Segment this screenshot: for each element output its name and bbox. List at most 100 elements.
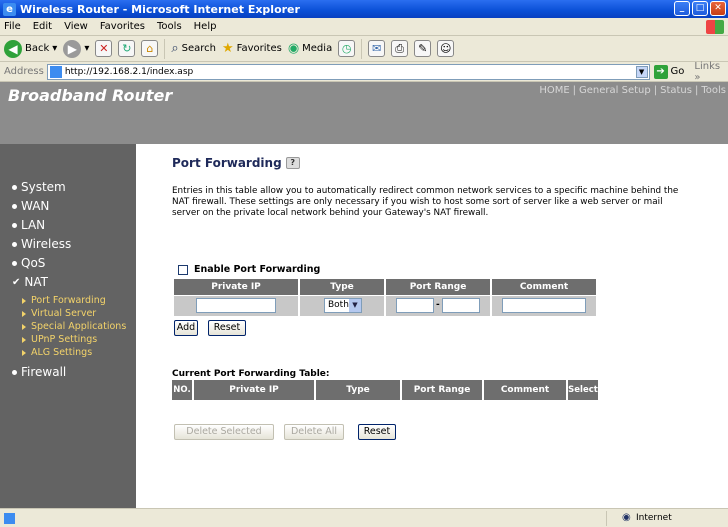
enable-port-forwarding-label: Enable Port Forwarding xyxy=(194,264,321,275)
sidebar-subitem-virtual-server[interactable]: Virtual Server xyxy=(22,308,96,319)
port-range-separator: - xyxy=(436,300,440,310)
window-title: Wireless Router - Microsoft Internet Exp… xyxy=(20,2,300,16)
table-header-select: Select xyxy=(568,380,598,400)
table-header-private-ip: Private IP xyxy=(194,380,314,400)
arrow-right-icon xyxy=(22,349,26,356)
windows-logo-icon xyxy=(706,20,724,34)
home-icon[interactable]: ⌂ xyxy=(141,40,159,57)
delete-all-button[interactable]: Delete All xyxy=(284,424,344,440)
stop-icon[interactable]: ✕ xyxy=(95,40,113,57)
go-button[interactable]: ➔ Go xyxy=(653,64,685,79)
toolbar-divider xyxy=(361,38,363,59)
table-header-port-range: Port Range xyxy=(402,380,482,400)
menu-bar: File Edit View Favorites Tools Help xyxy=(0,18,728,36)
forward-arrow-icon: ▶ xyxy=(63,39,82,58)
menu-help[interactable]: Help xyxy=(194,21,217,32)
sidebar-item-qos[interactable]: QoS xyxy=(12,256,45,270)
chevron-down-icon: ▼ xyxy=(349,299,361,312)
address-input[interactable]: http://192.168.2.1/index.asp ▼ xyxy=(46,63,650,80)
back-button[interactable]: ◀ Back ▾ xyxy=(4,39,57,58)
sidebar-item-wireless[interactable]: Wireless xyxy=(12,237,71,251)
media-icon: ◉ xyxy=(287,41,300,56)
bullet-icon xyxy=(12,203,17,209)
menu-view[interactable]: View xyxy=(64,21,88,32)
menu-tools[interactable]: Tools xyxy=(157,21,182,32)
arrow-right-icon xyxy=(22,336,26,343)
sidebar-subitem-alg-settings[interactable]: ALG Settings xyxy=(22,347,92,358)
minimize-button[interactable]: _ xyxy=(674,1,690,16)
page-title-text: Port Forwarding xyxy=(172,156,282,170)
bullet-icon xyxy=(12,369,17,375)
sidebar-subitem-port-forwarding[interactable]: Port Forwarding xyxy=(22,295,106,306)
sidebar-item-wan[interactable]: WAN xyxy=(12,199,49,213)
search-icon: ⌕ xyxy=(171,41,179,56)
chevron-down-icon[interactable]: ▼ xyxy=(635,65,648,78)
favorites-button[interactable]: ★ Favorites xyxy=(222,41,282,56)
nav-separator: | xyxy=(572,85,577,96)
main-content: Port Forwarding ? Entries in this table … xyxy=(136,144,728,508)
nav-status[interactable]: Status xyxy=(660,85,692,96)
sidebar-subitem-label: ALG Settings xyxy=(31,347,93,358)
current-table-title: Current Port Forwarding Table: xyxy=(172,369,330,379)
page-status-icon xyxy=(4,512,15,524)
maximize-button[interactable]: □ xyxy=(692,1,708,16)
reset-table-button[interactable]: Reset xyxy=(358,424,396,440)
enable-port-forwarding-checkbox[interactable] xyxy=(178,264,188,275)
comment-input[interactable] xyxy=(502,298,586,313)
search-button[interactable]: ⌕ Search xyxy=(171,41,216,56)
sidebar-item-lan[interactable]: LAN xyxy=(12,218,45,232)
sidebar-subitem-label: Virtual Server xyxy=(31,308,97,319)
brand-title: Broadband Router xyxy=(8,86,173,105)
sidebar-item-label: WAN xyxy=(21,199,50,213)
bullet-icon xyxy=(12,241,17,247)
menu-edit[interactable]: Edit xyxy=(33,21,52,32)
help-icon[interactable]: ? xyxy=(285,157,300,169)
back-arrow-icon: ◀ xyxy=(4,39,22,58)
nav-tools[interactable]: Tools xyxy=(701,85,726,96)
go-arrow-icon: ➔ xyxy=(653,64,668,79)
page-icon xyxy=(49,65,62,78)
sidebar-item-label: QoS xyxy=(21,256,46,270)
sidebar-item-label: Firewall xyxy=(21,365,67,379)
star-icon: ★ xyxy=(221,41,234,56)
links-button[interactable]: Links » xyxy=(694,61,728,83)
delete-selected-button[interactable]: Delete Selected xyxy=(174,424,274,440)
sidebar-item-system[interactable]: System xyxy=(12,180,66,194)
messenger-icon[interactable]: ☺ xyxy=(437,40,455,57)
forward-button[interactable]: ▶ ▾ xyxy=(63,39,89,58)
sidebar-item-nat[interactable]: ✔ NAT xyxy=(12,275,48,289)
close-button[interactable]: ✕ xyxy=(710,1,726,16)
page-title: Port Forwarding ? xyxy=(172,156,300,170)
nav-general-setup[interactable]: General Setup xyxy=(579,85,651,96)
sidebar-subitem-upnp-settings[interactable]: UPnP Settings xyxy=(22,334,97,345)
web-page: Broadband Router HOME | General Setup | … xyxy=(0,82,728,508)
mail-icon[interactable]: ✉ xyxy=(368,40,386,57)
type-select-value: Both xyxy=(328,300,349,310)
private-ip-input[interactable] xyxy=(196,298,276,313)
sidebar-item-label: System xyxy=(21,180,66,194)
type-select[interactable]: Both ▼ xyxy=(324,298,362,313)
bullet-icon xyxy=(12,184,17,190)
status-divider xyxy=(606,511,607,526)
address-label: Address xyxy=(4,66,44,77)
port-end-input[interactable] xyxy=(442,298,480,313)
history-icon[interactable]: ◷ xyxy=(338,40,356,57)
bullet-icon xyxy=(12,260,17,266)
add-button[interactable]: Add xyxy=(174,320,198,336)
reset-button[interactable]: Reset xyxy=(208,320,246,336)
port-start-input[interactable] xyxy=(396,298,434,313)
chevron-down-icon[interactable]: ▾ xyxy=(52,43,57,54)
arrow-right-icon xyxy=(22,323,26,330)
nav-home[interactable]: HOME xyxy=(539,85,569,96)
sidebar-item-label: Wireless xyxy=(21,237,72,251)
sidebar-item-firewall[interactable]: Firewall xyxy=(12,365,66,379)
refresh-icon[interactable]: ↻ xyxy=(118,40,136,57)
menu-favorites[interactable]: Favorites xyxy=(100,21,145,32)
go-label: Go xyxy=(670,66,685,77)
menu-file[interactable]: File xyxy=(4,21,21,32)
print-icon[interactable]: ⎙ xyxy=(391,40,409,57)
edit-icon[interactable]: ✎ xyxy=(414,40,432,57)
media-button[interactable]: ◉ Media xyxy=(288,41,332,56)
chevron-down-icon[interactable]: ▾ xyxy=(84,43,89,54)
sidebar-subitem-special-applications[interactable]: Special Applications xyxy=(22,321,126,332)
